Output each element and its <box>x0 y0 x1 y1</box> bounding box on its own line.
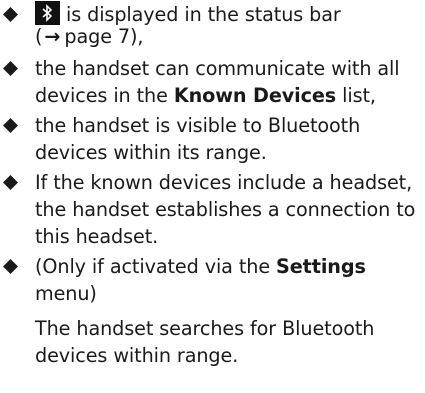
list-item-line: The handset searches for Bluetooth <box>35 317 375 340</box>
diamond-bullet-icon <box>3 61 18 76</box>
list-item-line: the handset establishes a connection to <box>35 198 416 221</box>
page-reference-link[interactable]: page 7), <box>64 25 143 48</box>
diamond-bullet-icon <box>3 175 18 190</box>
bullet-list: is displayed in the status bar (→ page 7)… <box>0 0 425 393</box>
list-item-line: the handset can communicate with all <box>35 57 400 80</box>
list-item-line: this headset. <box>35 225 159 248</box>
list-item-line: the handset is visible to Bluetooth <box>35 114 361 137</box>
diamond-bullet-icon <box>3 7 18 22</box>
list-item-line: menu) <box>35 282 97 305</box>
list-item-line: devices within range. <box>35 344 239 367</box>
list-item-line: devices within its range. <box>35 141 267 164</box>
list-item-line: If the known devices include a headset, <box>35 171 413 194</box>
known-devices-label: Known Devices <box>173 84 337 107</box>
arrow-right-icon: → <box>44 25 61 48</box>
list-item-line: devices in the Known Devices list, <box>35 81 376 110</box>
settings-label: Settings <box>276 255 366 278</box>
text: devices in the <box>35 84 174 107</box>
diamond-bullet-icon <box>3 118 18 133</box>
text: (Only if activated via the <box>35 255 277 278</box>
text: list, <box>336 84 376 107</box>
list-item-line: (→ page 7), <box>35 22 143 51</box>
paren-open: ( <box>35 25 43 48</box>
list-item-line: (Only if activated via the Settings <box>35 252 366 281</box>
diamond-bullet-icon <box>3 259 18 274</box>
